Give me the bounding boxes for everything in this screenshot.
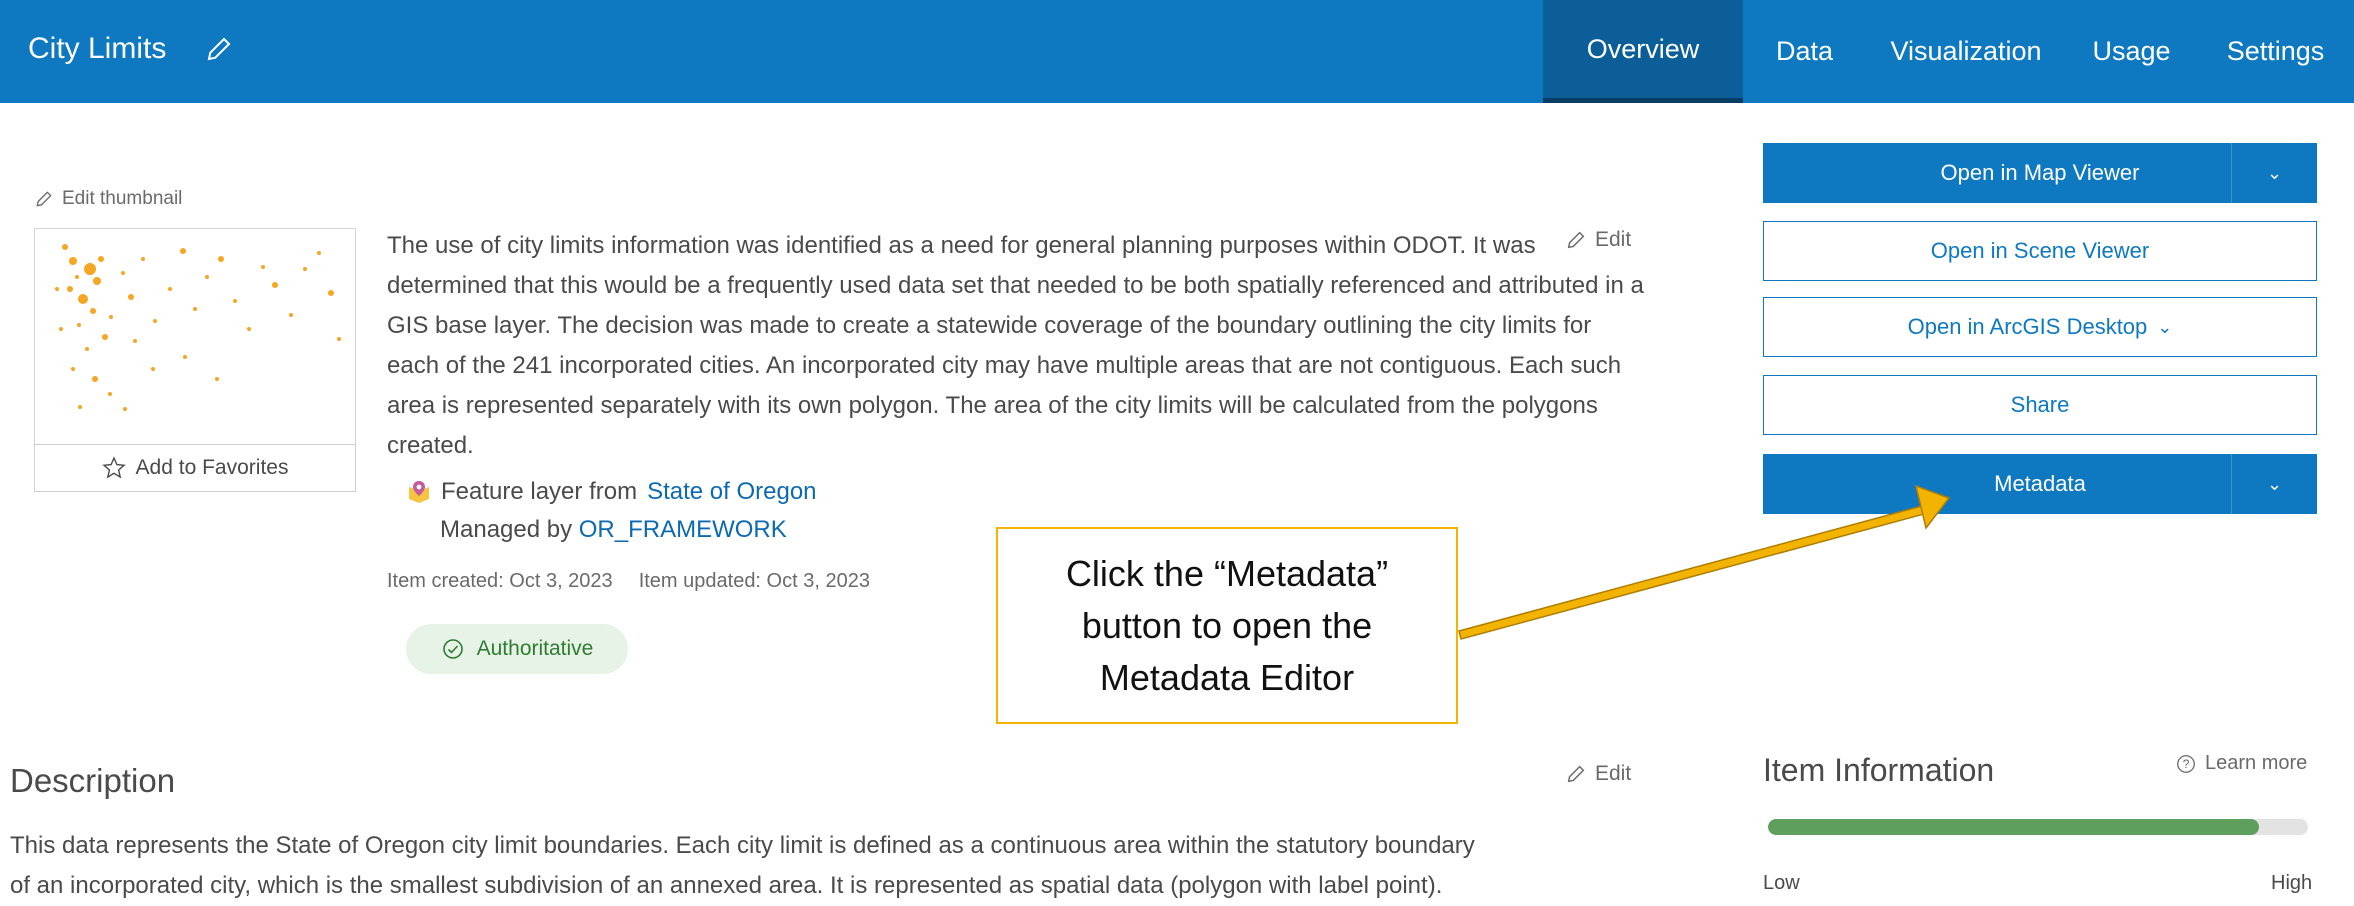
app-header: City Limits Overview Data Visualization … [0, 0, 2354, 103]
pencil-icon [36, 191, 52, 207]
pencil-icon [1567, 765, 1585, 783]
learn-more-label: Learn more [2205, 752, 2308, 774]
managed-by-label: Managed by [440, 516, 573, 543]
summary-text: The use of city limits information was i… [387, 232, 1644, 459]
layer-type-label: Feature layer from [441, 478, 638, 505]
item-dates: Item created: Oct 3, 2023 Item updated: … [387, 570, 870, 593]
chevron-down-icon[interactable]: ⌄ [2231, 454, 2317, 514]
item-thumbnail [34, 228, 356, 444]
open-in-scene-viewer-label: Open in Scene Viewer [1930, 238, 2150, 263]
tab-settings[interactable]: Settings [2197, 0, 2354, 103]
item-information-meter [1768, 819, 2308, 835]
tab-overview[interactable]: Overview [1543, 0, 1743, 103]
authoritative-badge: Authoritative [406, 624, 628, 674]
edit-summary-link[interactable]: Edit [1565, 228, 1631, 252]
item-title: City Limits [28, 32, 167, 65]
layer-source-link[interactable]: State of Oregon [647, 478, 816, 506]
open-in-scene-viewer-button[interactable]: Open in Scene Viewer [1763, 221, 2317, 281]
authoritative-label: Authoritative [476, 637, 594, 660]
item-information-heading: Item Information [1763, 752, 1995, 788]
pencil-icon [1567, 231, 1585, 249]
open-in-arcgis-desktop-label: Open in ArcGIS Desktop [1907, 314, 2148, 339]
add-to-favorites-label: Add to Favorites [135, 456, 289, 479]
instruction-callout: Click the “Metadata” button to open the … [996, 527, 1458, 724]
description-line-2: of an incorporated city, which is the sm… [10, 872, 1443, 899]
help-circle-icon: ? [2177, 754, 2195, 773]
open-in-map-viewer-label: Open in Map Viewer [1940, 160, 2140, 185]
edit-summary-label: Edit [1595, 228, 1632, 251]
description-line-1: This data represents the State of Oregon… [10, 832, 1475, 859]
tab-visualization[interactable]: Visualization [1866, 0, 2066, 103]
item-updated: Item updated: Oct 3, 2023 [638, 570, 870, 592]
meter-fill [1768, 819, 2260, 835]
svg-text:?: ? [2183, 757, 2190, 771]
callout-line-3: Metadata Editor [1099, 656, 1355, 698]
item-summary: The use of city limits information was i… [387, 226, 1647, 466]
metadata-button[interactable]: Metadata ⌄ [1763, 454, 2317, 514]
share-button[interactable]: Share [1763, 375, 2317, 435]
layer-source-line: Feature layer from State of Oregon [407, 478, 817, 506]
city-limits-map-thumbnail [55, 244, 341, 411]
edit-title-pencil-icon[interactable] [204, 34, 234, 64]
meter-high-label: High [2271, 872, 2313, 894]
managed-by-line: Managed by OR_FRAMEWORK [440, 516, 787, 544]
learn-more-link[interactable]: ? Learn more [2175, 752, 2307, 775]
edit-description-link[interactable]: Edit [1565, 762, 1631, 786]
managed-by-link[interactable]: OR_FRAMEWORK [579, 516, 787, 543]
item-created: Item created: Oct 3, 2023 [387, 570, 613, 592]
callout-line-2: button to open the [1081, 604, 1373, 646]
share-label: Share [2010, 392, 2070, 417]
edit-thumbnail-link[interactable]: Edit thumbnail [34, 188, 182, 210]
callout-line-1: Click the “Metadata” [1065, 552, 1389, 594]
add-to-favorites-button[interactable]: Add to Favorites [34, 444, 356, 492]
star-icon [101, 456, 126, 479]
tab-usage[interactable]: Usage [2066, 0, 2197, 103]
meter-low-label: Low [1763, 872, 1800, 894]
chevron-down-icon: ⌄ [2157, 316, 2173, 337]
open-in-arcgis-desktop-button[interactable]: Open in ArcGIS Desktop ⌄ [1763, 297, 2317, 357]
check-circle-icon [442, 639, 463, 659]
tab-data[interactable]: Data [1743, 0, 1866, 103]
feature-layer-icon [409, 481, 429, 503]
edit-description-label: Edit [1595, 762, 1632, 785]
description-body: This data represents the State of Oregon… [10, 826, 1670, 906]
chevron-down-icon[interactable]: ⌄ [2231, 143, 2317, 203]
edit-thumbnail-label: Edit thumbnail [62, 188, 183, 209]
tab-bar: Overview Data Visualization Usage Settin… [1543, 0, 2354, 103]
open-in-map-viewer-button[interactable]: Open in Map Viewer ⌄ [1763, 143, 2317, 203]
metadata-label: Metadata [1994, 471, 2086, 496]
description-heading: Description [10, 762, 176, 799]
